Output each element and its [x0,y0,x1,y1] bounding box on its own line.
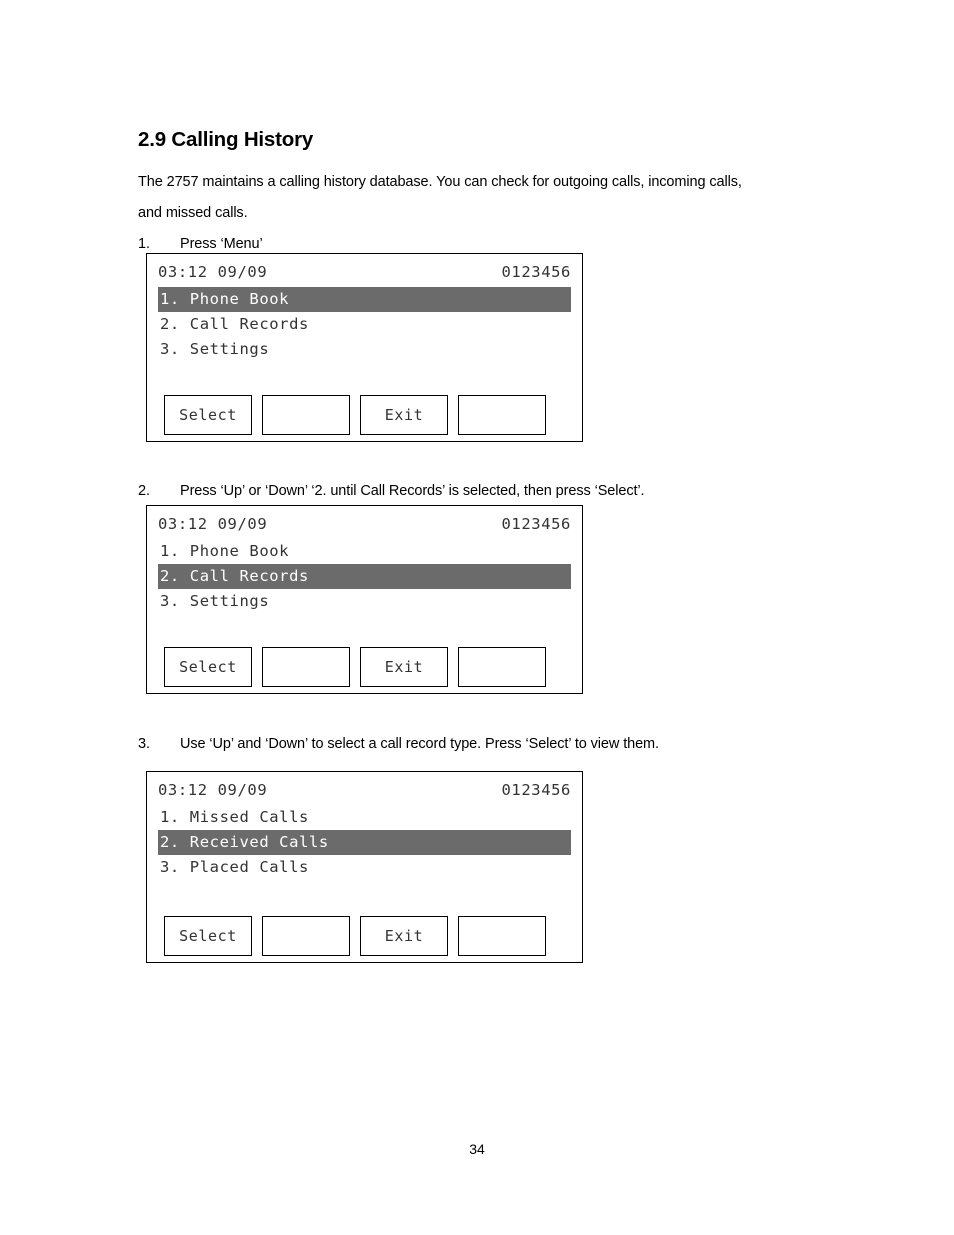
softkey-blank-1[interactable] [262,916,350,956]
softkey-bar-call-records: Select Exit [164,647,546,687]
lcd-time-date: 03:12 09/09 [158,263,268,281]
softkey-bar-menu: Select Exit [164,395,546,435]
softkey-exit[interactable]: Exit [360,395,448,435]
lcd-line-id: 0123456 [501,515,571,533]
lcd-menu-list: 1. Phone Book 2. Call Records 3. Setting… [158,287,571,362]
softkey-exit[interactable]: Exit [360,647,448,687]
lcd-inner-record-type: 03:12 09/09 0123456 1. Missed Calls 2. R… [147,772,582,962]
softkey-select[interactable]: Select [164,395,252,435]
lcd-menu-item-received-calls[interactable]: 2. Received Calls [158,830,571,855]
step-3-block: 3. Use ‘Up’ and ‘Down’ to select a call r… [138,729,828,760]
lcd-menu-item-phone-book[interactable]: 1. Phone Book [158,539,571,564]
lcd-menu-item-call-records[interactable]: 2. Call Records [158,564,571,589]
lcd-menu-item-placed-calls[interactable]: 3. Placed Calls [158,855,571,880]
step-2: 2. Press ‘Up’ or ‘Down’ ‘2. until Call Re… [138,476,828,507]
lcd-menu-item-settings[interactable]: 3. Settings [158,337,571,362]
page-number: 34 [469,1141,485,1157]
step-1-text: Press ‘Menu’ [180,235,263,252]
step-3: 3. Use ‘Up’ and ‘Down’ to select a call r… [138,729,828,760]
lcd-line-id: 0123456 [501,781,571,799]
lcd-screen-menu: 03:12 09/09 0123456 1. Phone Book 2. Cal… [146,253,583,442]
lcd-line-id: 0123456 [501,263,571,281]
lcd-header-record-type: 03:12 09/09 0123456 [158,780,571,800]
intro-paragraph-line-2: and missed calls. [138,204,248,221]
step-3-number: 3. [138,736,150,752]
document-page: 2.9 Calling History The 2757 maintains a… [0,0,954,1235]
lcd-menu-list: 1. Phone Book 2. Call Records 3. Setting… [158,539,571,614]
softkey-select[interactable]: Select [164,916,252,956]
softkey-blank-2[interactable] [458,647,546,687]
lcd-header-menu: 03:12 09/09 0123456 [158,262,571,282]
lcd-inner-call-records: 03:12 09/09 0123456 1. Phone Book 2. Cal… [147,506,582,693]
softkey-select[interactable]: Select [164,647,252,687]
lcd-header-call-records: 03:12 09/09 0123456 [158,514,571,534]
lcd-menu-item-settings[interactable]: 3. Settings [158,589,571,614]
lcd-screen-call-records: 03:12 09/09 0123456 1. Phone Book 2. Cal… [146,505,583,694]
lcd-menu-item-call-records[interactable]: 2. Call Records [158,312,571,337]
step-2-block: 2. Press ‘Up’ or ‘Down’ ‘2. until Call Re… [138,476,828,507]
lcd-screen-record-type: 03:12 09/09 0123456 1. Missed Calls 2. R… [146,771,583,963]
softkey-blank-2[interactable] [458,395,546,435]
intro-paragraph-line-1: The 2757 maintains a calling history dat… [138,173,742,190]
lcd-menu-item-missed-calls[interactable]: 1. Missed Calls [158,805,571,830]
lcd-menu-item-phone-book[interactable]: 1. Phone Book [158,287,571,312]
step-3-text: Use ‘Up’ and ‘Down’ to select a call rec… [180,736,659,752]
softkey-exit[interactable]: Exit [360,916,448,956]
document-content: 2.9 Calling History The 2757 maintains a… [138,128,828,260]
softkey-bar-record-type: Select Exit [164,916,546,956]
softkey-blank-1[interactable] [262,647,350,687]
lcd-time-date: 03:12 09/09 [158,515,268,533]
softkey-blank-2[interactable] [458,916,546,956]
step-2-text: Press ‘Up’ or ‘Down’ ‘2. until Call Reco… [180,483,645,499]
lcd-menu-list: 1. Missed Calls 2. Received Calls 3. Pla… [158,805,571,880]
page-title: 2.9 Calling History [138,128,314,151]
lcd-inner-menu: 03:12 09/09 0123456 1. Phone Book 2. Cal… [147,254,582,441]
step-2-number: 2. [138,483,150,499]
softkey-blank-1[interactable] [262,395,350,435]
lcd-time-date: 03:12 09/09 [158,781,268,799]
